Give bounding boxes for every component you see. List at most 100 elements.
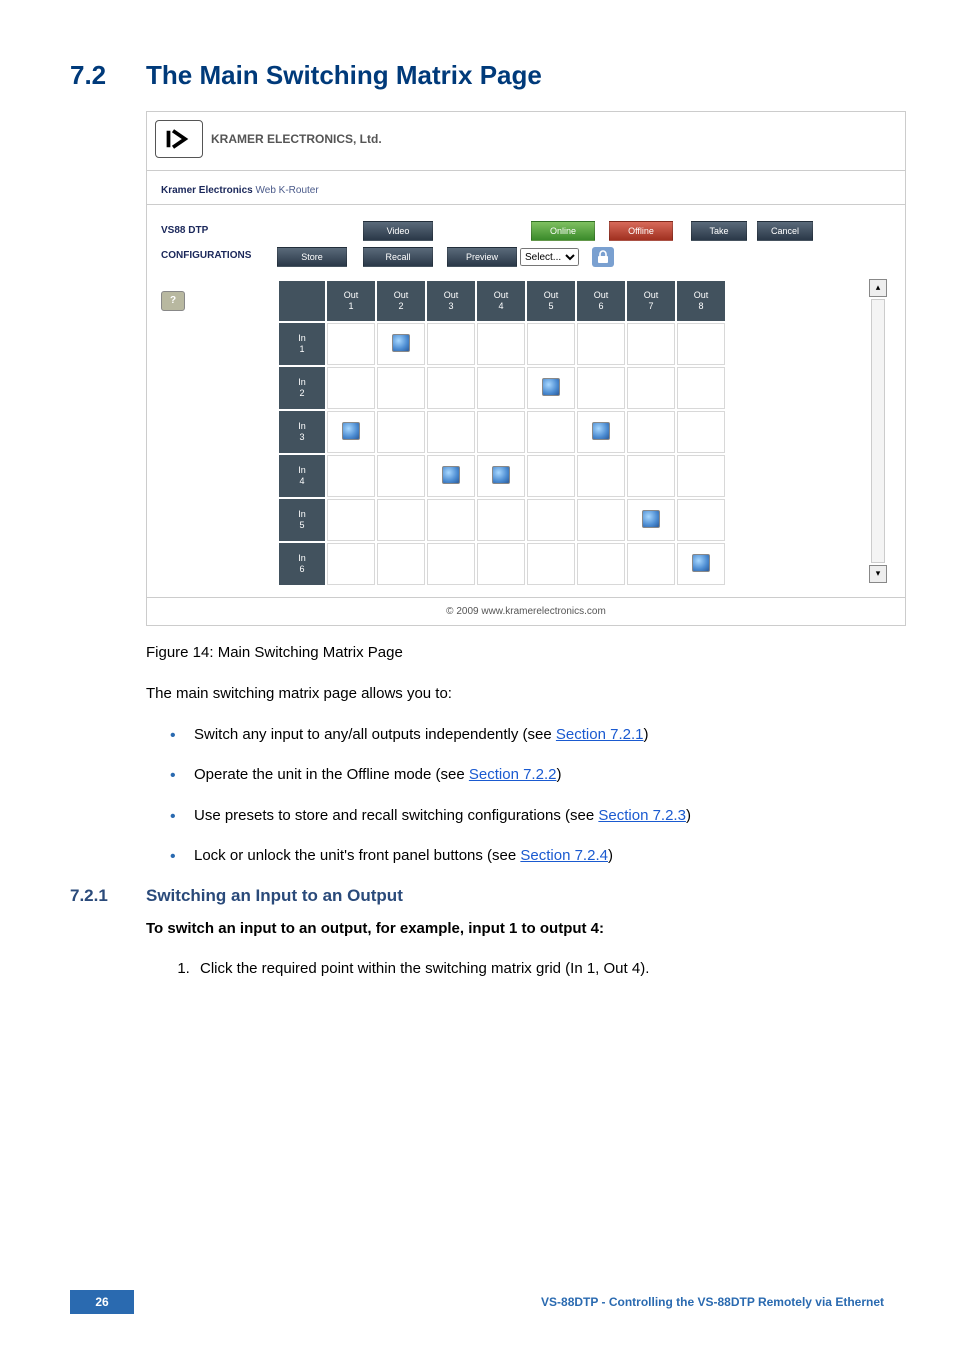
matrix-cell[interactable] [627, 499, 675, 541]
matrix-row-header: In6 [279, 543, 325, 585]
help-button[interactable]: ? [161, 291, 185, 311]
matrix-cell[interactable] [527, 323, 575, 365]
matrix-cell[interactable] [327, 411, 375, 453]
breadcrumb-prefix: Kramer Electronics [161, 185, 253, 196]
matrix-col-header: Out2 [377, 281, 425, 321]
screenshot-footer: © 2009 www.kramerelectronics.com [147, 597, 905, 625]
matrix-cell[interactable] [377, 411, 425, 453]
list-item: Lock or unlock the unit's front panel bu… [146, 845, 884, 868]
online-button[interactable]: Online [531, 221, 595, 241]
breadcrumb-suffix: Web K-Router [253, 185, 319, 196]
matrix-cell[interactable] [577, 543, 625, 585]
offline-button[interactable]: Offline [609, 221, 673, 241]
matrix-cell[interactable] [527, 543, 575, 585]
matrix-cell[interactable] [677, 499, 725, 541]
figure-caption: Figure 14: Main Switching Matrix Page [146, 644, 884, 661]
matrix-col-header: Out1 [327, 281, 375, 321]
matrix-col-header: Out3 [427, 281, 475, 321]
matrix-cell[interactable] [677, 455, 725, 497]
list-item: Use presets to store and recall switchin… [146, 805, 884, 828]
matrix-cell[interactable] [427, 411, 475, 453]
matrix-cell[interactable] [577, 367, 625, 409]
matrix-cell[interactable] [427, 367, 475, 409]
matrix-cell[interactable] [627, 367, 675, 409]
section-link[interactable]: Section 7.2.4 [520, 847, 608, 864]
matrix-cell[interactable] [477, 411, 525, 453]
subsection-title: Switching an Input to an Output [146, 886, 403, 906]
matrix-cell[interactable] [577, 499, 625, 541]
matrix-cell[interactable] [677, 323, 725, 365]
matrix-cell[interactable] [327, 323, 375, 365]
matrix-col-header: Out5 [527, 281, 575, 321]
store-button[interactable]: Store [277, 247, 347, 267]
feature-bullet-list: Switch any input to any/all outputs inde… [146, 724, 884, 868]
crosspoint-icon [492, 466, 510, 484]
scroll-down-icon[interactable]: ▾ [869, 565, 887, 583]
matrix-cell[interactable] [327, 499, 375, 541]
matrix-cell[interactable] [577, 455, 625, 497]
section-link[interactable]: Section 7.2.1 [556, 726, 644, 743]
matrix-cell[interactable] [377, 323, 425, 365]
matrix-cell[interactable] [477, 367, 525, 409]
section-link[interactable]: Section 7.2.2 [469, 766, 557, 783]
matrix-cell[interactable] [627, 411, 675, 453]
matrix-col-header: Out6 [577, 281, 625, 321]
crosspoint-icon [442, 466, 460, 484]
matrix-cell[interactable] [427, 455, 475, 497]
matrix-cell[interactable] [527, 455, 575, 497]
sidebar-item-product[interactable]: VS88 DTP [161, 225, 271, 236]
section-link[interactable]: Section 7.2.3 [598, 807, 686, 824]
instruction-heading: To switch an input to an output, for exa… [146, 918, 884, 941]
kramer-logo [155, 120, 203, 158]
matrix-row-header: In4 [279, 455, 325, 497]
cancel-button[interactable]: Cancel [757, 221, 813, 241]
matrix-cell[interactable] [577, 323, 625, 365]
matrix-cell[interactable] [477, 323, 525, 365]
matrix-row-header: In2 [279, 367, 325, 409]
matrix-cell[interactable] [327, 455, 375, 497]
matrix-row-header: In3 [279, 411, 325, 453]
scrollbar-track[interactable] [871, 299, 885, 563]
preview-button[interactable]: Preview [447, 247, 517, 267]
matrix-cell[interactable] [427, 543, 475, 585]
matrix-cell[interactable] [327, 367, 375, 409]
matrix-cell[interactable] [627, 455, 675, 497]
switching-matrix: Out1Out2Out3Out4Out5Out6Out7Out8In1In2In… [277, 279, 727, 587]
matrix-cell[interactable] [377, 455, 425, 497]
crosspoint-icon [392, 334, 410, 352]
matrix-cell[interactable] [477, 455, 525, 497]
matrix-cell[interactable] [327, 543, 375, 585]
scroll-up-icon[interactable]: ▴ [869, 279, 887, 297]
subsection-number: 7.2.1 [70, 886, 146, 906]
matrix-cell[interactable] [627, 543, 675, 585]
section-title: The Main Switching Matrix Page [146, 60, 542, 91]
page-footer-title: VS-88DTP - Controlling the VS-88DTP Remo… [134, 1295, 884, 1309]
take-button[interactable]: Take [691, 221, 747, 241]
sidebar-item-configurations[interactable]: CONFIGURATIONS [161, 250, 271, 261]
matrix-cell[interactable] [477, 543, 525, 585]
matrix-cell[interactable] [527, 499, 575, 541]
matrix-cell[interactable] [377, 499, 425, 541]
matrix-cell[interactable] [627, 323, 675, 365]
matrix-cell[interactable] [677, 543, 725, 585]
matrix-cell[interactable] [427, 323, 475, 365]
lock-icon[interactable] [592, 247, 614, 267]
intro-paragraph: The main switching matrix page allows yo… [146, 683, 884, 706]
matrix-cell[interactable] [527, 367, 575, 409]
matrix-cell[interactable] [527, 411, 575, 453]
matrix-cell[interactable] [577, 411, 625, 453]
matrix-cell[interactable] [677, 367, 725, 409]
matrix-cell[interactable] [427, 499, 475, 541]
preset-select[interactable]: Select... [520, 248, 579, 266]
recall-button[interactable]: Recall [363, 247, 433, 267]
company-name: KRAMER ELECTRONICS, Ltd. [211, 132, 382, 146]
matrix-cell[interactable] [377, 367, 425, 409]
video-button[interactable]: Video [363, 221, 433, 241]
matrix-cell[interactable] [477, 499, 525, 541]
matrix-cell[interactable] [677, 411, 725, 453]
step-item: Click the required point within the swit… [194, 958, 884, 981]
steps-list: Click the required point within the swit… [146, 958, 884, 981]
matrix-col-header: Out8 [677, 281, 725, 321]
matrix-cell[interactable] [377, 543, 425, 585]
crosspoint-icon [642, 510, 660, 528]
